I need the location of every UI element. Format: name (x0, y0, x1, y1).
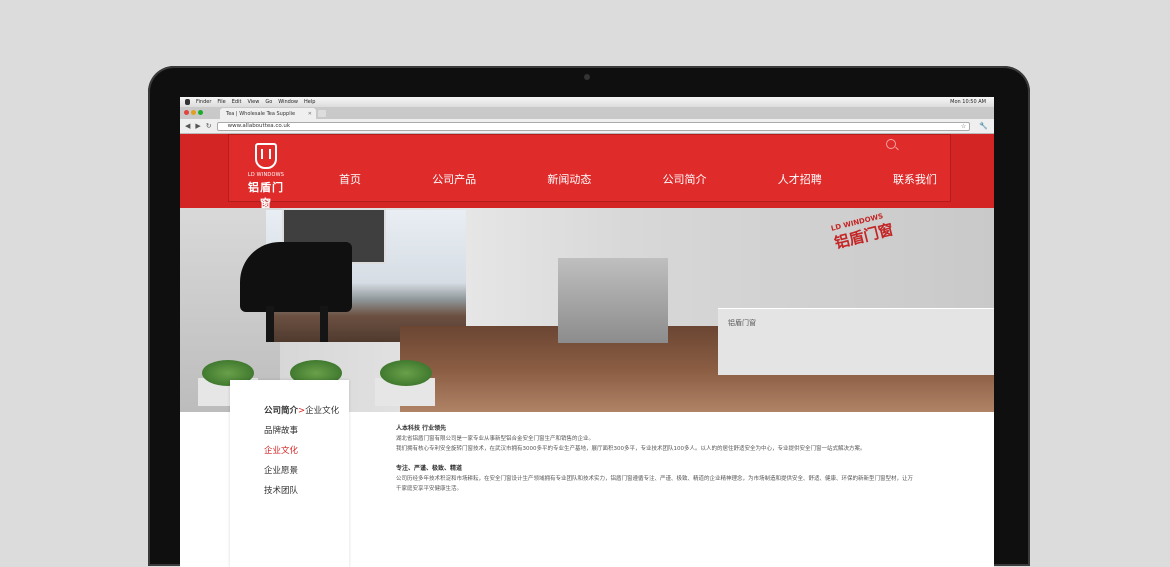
content-para-1: 湖北省铝盾门窗有限公司是一家专业从事新型铝合金安全门窗生产和销售的企业。 (396, 436, 595, 442)
article-content: 人本科技 行业领先 湖北省铝盾门窗有限公司是一家专业从事新型铝合金安全门窗生产和… (396, 424, 916, 494)
sidebar-item-culture[interactable]: 企业文化 (264, 444, 298, 456)
content-heading-2: 专注、严谨、极致、精道 (396, 465, 463, 472)
laptop-frame: Finder File Edit View Go Window Help Mon… (148, 66, 1030, 567)
browser-tab[interactable]: Tea | Wholesale Tea Supplie ✕ (220, 108, 316, 119)
desk-logo: 铝盾门窗 (728, 319, 756, 327)
shield-logo-icon (255, 143, 277, 169)
tab-close-icon[interactable]: ✕ (308, 111, 312, 117)
nav-home[interactable]: 首页 (339, 170, 361, 190)
nav-news[interactable]: 新闻动态 (547, 170, 591, 190)
mac-menubar: Finder File Edit View Go Window Help Mon… (180, 97, 994, 107)
shrub (380, 360, 432, 386)
breadcrumb-parent[interactable]: 公司简介 (264, 406, 298, 416)
wall-logo: LD WINDOWS 铝盾门窗 (830, 208, 908, 264)
menu-finder[interactable]: Finder (196, 99, 211, 105)
forward-icon[interactable]: ▶ (195, 122, 200, 130)
reload-icon[interactable]: ↻ (206, 122, 212, 130)
menu-window[interactable]: Window (278, 99, 298, 105)
site-logo[interactable]: LD WINDOWS 铝盾门窗 (243, 143, 289, 210)
piano-leg (320, 306, 328, 342)
nav-products[interactable]: 公司产品 (432, 170, 476, 190)
bookmark-star-icon[interactable]: ☆ (961, 123, 966, 130)
tab-title: Tea | Wholesale Tea Supplie (226, 110, 296, 117)
menu-go[interactable]: Go (265, 99, 272, 105)
sidebar-item-team[interactable]: 技术团队 (264, 484, 298, 496)
showroom-corridor (558, 258, 668, 343)
breadcrumb-current: 企业文化 (305, 406, 340, 416)
piano-image (240, 242, 352, 312)
site-header: LD WINDOWS 铝盾门窗 首页 公司产品 新闻动态 公司简介 人才招聘 联… (228, 134, 951, 210)
search-icon[interactable] (886, 139, 896, 149)
camera (584, 74, 590, 80)
url-text: www.allabouttea.co.uk (227, 123, 291, 129)
reception-desk (718, 308, 994, 375)
zoom-window-icon[interactable] (198, 110, 203, 115)
content-para-3: 公司历经多年技术积淀和市场耕耘，在安全门窗设计生产领域拥有专业团队和技术实力，铝… (396, 476, 914, 492)
nav-careers[interactable]: 人才招聘 (778, 170, 822, 190)
browser-toolbar: ◀ ▶ ↻ www.allabouttea.co.uk ☆ 🔧 (180, 119, 994, 134)
breadcrumb: 公司简介>企业文化 (264, 404, 339, 416)
apple-icon[interactable] (185, 99, 190, 105)
menu-help[interactable]: Help (304, 99, 315, 105)
content-para-2: 我们拥有核心专利安全旋转门窗技术，在武汉市拥有3000多平的专业生产基地，展厅面… (396, 446, 866, 452)
menu-edit[interactable]: Edit (232, 99, 242, 105)
logo-en: LD WINDOWS (247, 172, 285, 178)
wrench-icon[interactable]: 🔧 (979, 122, 988, 130)
website: LD WINDOWS 铝盾门窗 首页 公司产品 新闻动态 公司简介 人才招聘 联… (180, 134, 994, 567)
menu-view[interactable]: View (247, 99, 259, 105)
nav-about[interactable]: 公司简介 (663, 170, 707, 190)
minimize-window-icon[interactable] (191, 110, 196, 115)
address-bar[interactable]: www.allabouttea.co.uk ☆ (216, 121, 971, 131)
menubar-clock: Mon 10:50 AM (950, 99, 986, 105)
content-heading-1: 人本科技 行业领先 (396, 425, 447, 432)
window-controls (184, 110, 203, 115)
back-icon[interactable]: ◀ (185, 122, 190, 130)
sidebar-item-vision[interactable]: 企业愿景 (264, 464, 298, 476)
main-nav: 首页 公司产品 新闻动态 公司简介 人才招聘 联系我们 (314, 170, 937, 190)
logo-cn: 铝盾门窗 (248, 181, 284, 210)
sidebar-item-brand-story[interactable]: 品牌故事 (264, 424, 298, 436)
new-tab-button[interactable] (318, 110, 326, 117)
screen: Finder File Edit View Go Window Help Mon… (180, 97, 994, 567)
nav-contact[interactable]: 联系我们 (893, 170, 937, 190)
sidebar: 公司简介>企业文化 品牌故事 企业文化 企业愿景 技术团队 (230, 380, 349, 567)
close-window-icon[interactable] (184, 110, 189, 115)
tab-strip: Tea | Wholesale Tea Supplie ✕ (180, 107, 994, 119)
piano-leg (266, 306, 274, 342)
menu-file[interactable]: File (217, 99, 225, 105)
